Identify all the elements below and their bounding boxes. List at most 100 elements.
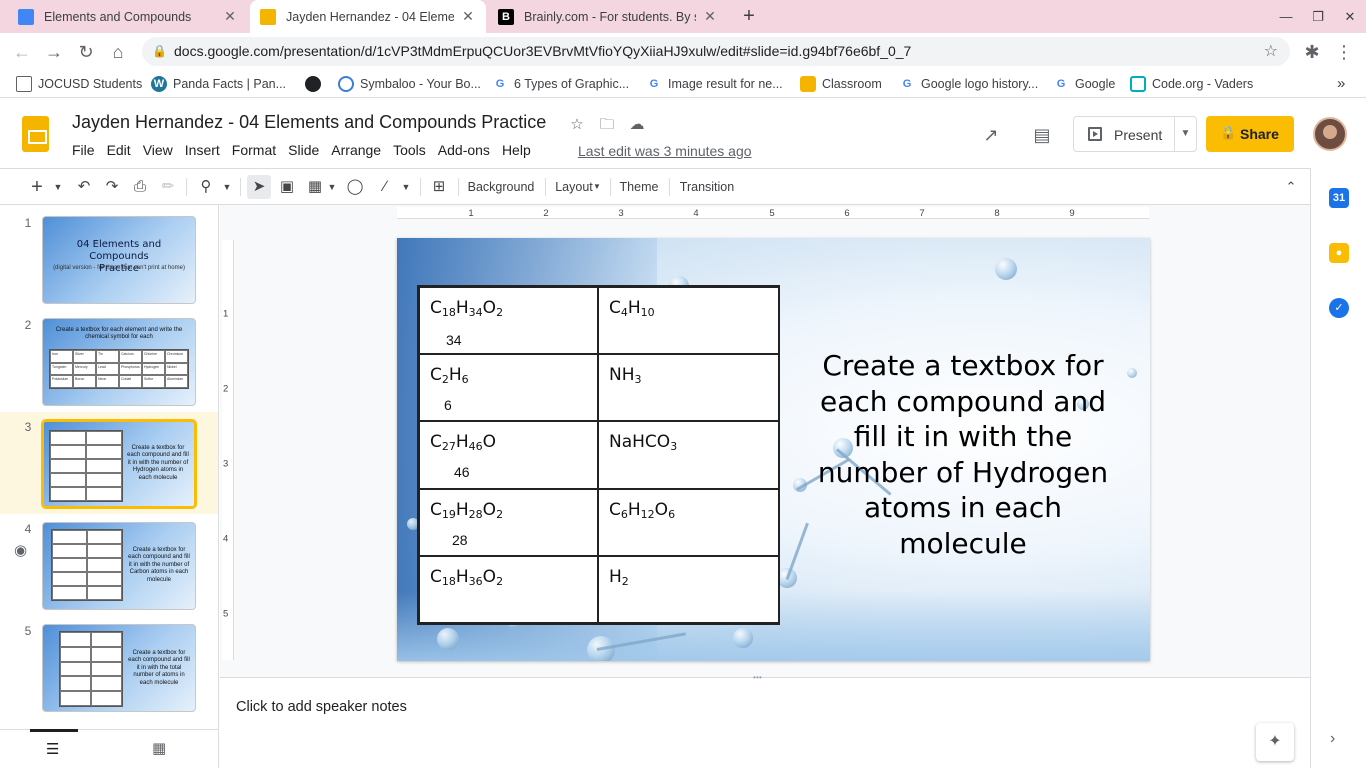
more-bookmarks-button[interactable]: » bbox=[1337, 70, 1345, 98]
slide-thumbnail-4[interactable]: 4 Create a textbox for each compound and… bbox=[0, 514, 218, 616]
explore-button[interactable]: ✦ bbox=[1256, 723, 1294, 761]
add-comment-icon[interactable]: ⊞ bbox=[428, 175, 450, 199]
menu-arrange[interactable]: Arrange bbox=[325, 140, 387, 158]
undo-icon[interactable]: ↶ bbox=[73, 175, 95, 199]
url-input[interactable]: 🔒 docs.google.com/presentation/d/1cVP3tM… bbox=[142, 37, 1290, 66]
theme-button[interactable]: Theme bbox=[617, 175, 661, 199]
line-dropdown-icon[interactable]: ▼ bbox=[400, 175, 412, 199]
instruction-textbox[interactable]: Create a textbox for each compound and f… bbox=[810, 348, 1116, 561]
document-title[interactable]: Jayden Hernandez - 04 Elements and Compo… bbox=[72, 112, 546, 133]
new-tab-button[interactable]: + bbox=[738, 5, 760, 27]
back-icon[interactable]: ← bbox=[8, 38, 36, 66]
compound-cell[interactable]: C18H36O2 bbox=[419, 555, 598, 623]
menu-insert[interactable]: Insert bbox=[179, 140, 226, 158]
current-slide[interactable]: C18H34O2 34 C4H10 C2H6 6 NH3 C27H46O 46 NaHCO3 C1… bbox=[397, 238, 1150, 661]
calendar-icon[interactable]: 31 bbox=[1329, 188, 1349, 208]
bookmark-jocusd[interactable]: JOCUSD Students bbox=[16, 70, 142, 98]
comments-icon[interactable]: ▤ bbox=[1029, 122, 1055, 148]
compound-table[interactable]: C18H34O2 34 C4H10 C2H6 6 NH3 C27H46O 46 NaHCO3 C1… bbox=[417, 285, 780, 625]
grid-view-icon[interactable]: ▦ bbox=[152, 739, 166, 757]
image-dropdown-icon[interactable]: ▼ bbox=[326, 175, 338, 199]
new-slide-dropdown-icon[interactable]: ▼ bbox=[52, 175, 64, 199]
browser-tab-brainly[interactable]: B Brainly.com - For students. By st ✕ bbox=[488, 0, 728, 33]
layout-dropdown-icon[interactable]: ▼ bbox=[592, 175, 602, 199]
line-icon[interactable]: ∕ bbox=[374, 175, 396, 199]
menu-addons[interactable]: Add-ons bbox=[432, 140, 496, 158]
animation-icon[interactable]: ◉ bbox=[14, 541, 27, 559]
compound-cell[interactable]: C27H46O 46 bbox=[419, 421, 598, 489]
bookmark-codeorg[interactable]: Code.org - Vaders bbox=[1130, 70, 1253, 98]
bookmark-classroom[interactable]: Classroom bbox=[800, 70, 882, 98]
menu-view[interactable]: View bbox=[137, 140, 179, 158]
show-side-panel-icon[interactable]: › bbox=[1330, 730, 1335, 748]
menu-format[interactable]: Format bbox=[226, 140, 282, 158]
compound-cell[interactable]: NH3 bbox=[598, 354, 780, 422]
redo-icon[interactable]: ↷ bbox=[101, 175, 123, 199]
close-tab-icon[interactable]: ✕ bbox=[222, 8, 238, 25]
bookmark-globe[interactable] bbox=[305, 70, 327, 98]
bookmark-symbaloo[interactable]: Symbaloo - Your Bo... bbox=[338, 70, 481, 98]
layout-button[interactable]: Layout bbox=[552, 175, 596, 199]
tasks-icon[interactable]: ✓ bbox=[1329, 298, 1349, 318]
last-edit-link[interactable]: Last edit was 3 minutes ago bbox=[578, 143, 752, 159]
compound-cell[interactable]: NaHCO3 bbox=[598, 421, 780, 489]
filmstrip-view-icon[interactable]: ☰ bbox=[46, 740, 59, 758]
slide-thumbnail-3[interactable]: 3 Create a textbox for each compound and… bbox=[0, 412, 218, 514]
speaker-notes-placeholder[interactable]: Click to add speaker notes bbox=[236, 699, 407, 715]
compound-cell[interactable]: C19H28O2 28 bbox=[419, 488, 598, 556]
notes-resize-handle[interactable] bbox=[220, 673, 1310, 686]
bookmark-google[interactable]: G Google bbox=[1053, 70, 1116, 98]
compound-cell[interactable]: C4H10 bbox=[598, 287, 780, 355]
reload-icon[interactable]: ↻ bbox=[72, 38, 100, 66]
move-folder-icon[interactable]: 🗀 bbox=[596, 114, 618, 136]
home-icon[interactable]: ⌂ bbox=[104, 38, 132, 66]
background-button[interactable]: Background bbox=[464, 175, 538, 199]
compound-cell[interactable]: C6H12O6 bbox=[598, 488, 780, 556]
star-icon[interactable]: ☆ bbox=[566, 114, 588, 136]
cloud-saved-icon[interactable]: ☁ bbox=[626, 114, 648, 136]
compound-cell[interactable]: C18H34O2 34 bbox=[419, 287, 598, 355]
restore-icon[interactable]: ❐ bbox=[1303, 0, 1333, 33]
speaker-notes[interactable]: Click to add speaker notes bbox=[220, 686, 1310, 768]
present-dropdown-icon[interactable]: ▼ bbox=[1174, 117, 1196, 151]
menu-tools[interactable]: Tools bbox=[387, 140, 432, 158]
print-icon[interactable]: ⎙ bbox=[129, 175, 151, 199]
lock-icon[interactable]: 🔒 bbox=[152, 37, 167, 66]
menu-file[interactable]: File bbox=[66, 140, 101, 158]
bookmark-graphic[interactable]: G 6 Types of Graphic... bbox=[492, 70, 629, 98]
hydrogen-count-textbox[interactable]: 28 bbox=[452, 532, 468, 548]
browser-menu-icon[interactable]: ⋮ bbox=[1330, 38, 1358, 66]
menu-slide[interactable]: Slide bbox=[282, 140, 325, 158]
bookmark-panda-facts[interactable]: W Panda Facts | Pan... bbox=[151, 70, 286, 98]
hydrogen-count-textbox[interactable]: 6 bbox=[444, 397, 452, 413]
bookmark-star-icon[interactable]: ☆ bbox=[1264, 37, 1278, 66]
shape-icon[interactable]: ◯ bbox=[344, 175, 366, 199]
image-icon[interactable]: ▦ bbox=[304, 175, 326, 199]
zoom-dropdown-icon[interactable]: ▼ bbox=[221, 175, 233, 199]
keep-icon[interactable]: ● bbox=[1329, 243, 1349, 263]
share-button[interactable]: 🔒 Share bbox=[1206, 116, 1294, 152]
compound-cell[interactable]: H2 bbox=[598, 555, 780, 623]
hydrogen-count-textbox[interactable]: 46 bbox=[454, 464, 470, 480]
hydrogen-count-textbox[interactable]: 34 bbox=[446, 332, 462, 348]
vertical-ruler[interactable]: 1 2 3 4 5 bbox=[222, 240, 234, 660]
horizontal-ruler[interactable]: 1 2 3 4 5 6 7 8 9 bbox=[397, 207, 1149, 219]
slides-logo-icon[interactable] bbox=[22, 116, 49, 152]
text-box-icon[interactable]: ▣ bbox=[276, 175, 298, 199]
compound-cell[interactable]: C2H6 6 bbox=[419, 354, 598, 422]
menu-help[interactable]: Help bbox=[496, 140, 537, 158]
menu-edit[interactable]: Edit bbox=[101, 140, 137, 158]
paint-format-icon[interactable]: ✏ bbox=[157, 175, 179, 199]
browser-tab-slides[interactable]: Jayden Hernandez - 04 Elements ✕ bbox=[250, 0, 486, 33]
forward-icon[interactable]: → bbox=[40, 38, 68, 66]
new-slide-icon[interactable]: + bbox=[26, 175, 48, 199]
zoom-icon[interactable]: ⚲ bbox=[195, 175, 217, 199]
present-button[interactable]: Present ▼ bbox=[1073, 116, 1197, 152]
select-cursor-icon[interactable]: ➤ bbox=[247, 175, 271, 199]
close-tab-icon[interactable]: ✕ bbox=[702, 8, 718, 25]
bookmark-google-logo[interactable]: G Google logo history... bbox=[899, 70, 1038, 98]
close-tab-icon[interactable]: ✕ bbox=[460, 8, 476, 25]
slide-thumbnail-2[interactable]: 2 Create a textbox for each element and … bbox=[0, 310, 218, 412]
collapse-toolbar-icon[interactable]: ⌃ bbox=[1280, 175, 1302, 199]
close-window-icon[interactable]: ✕ bbox=[1335, 0, 1365, 33]
